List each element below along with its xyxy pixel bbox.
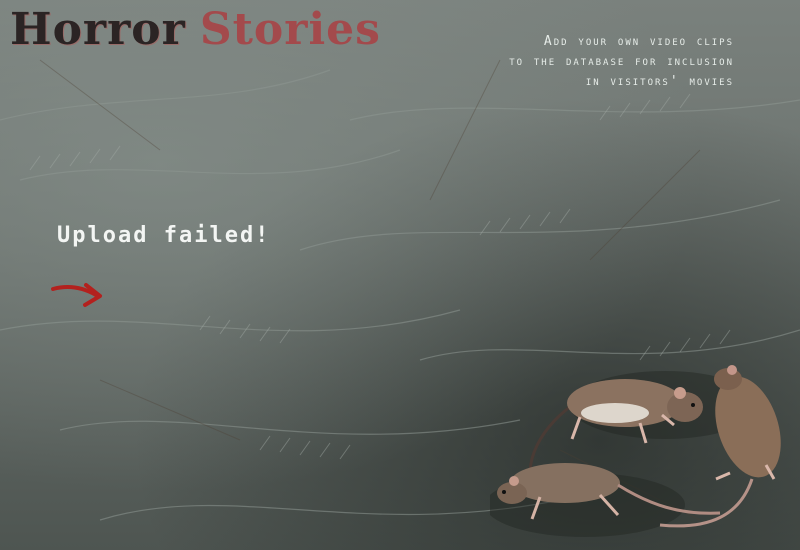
arrow-right-icon bbox=[51, 283, 102, 307]
logo-word-stories: Stories bbox=[199, 4, 381, 55]
tagline: Add your own video clips to the database… bbox=[414, 32, 734, 92]
tagline-line-1: Add your own video clips bbox=[543, 34, 734, 49]
tagline-line-2: to the database for inclusion bbox=[509, 54, 734, 69]
logo-word-horror: Horror bbox=[10, 4, 186, 55]
upload-status-message: Upload failed! bbox=[57, 223, 271, 248]
tagline-line-3: in visitors' movies bbox=[585, 74, 734, 89]
rats-image bbox=[490, 365, 781, 537]
site-logo: Horror Stories bbox=[10, 8, 381, 52]
